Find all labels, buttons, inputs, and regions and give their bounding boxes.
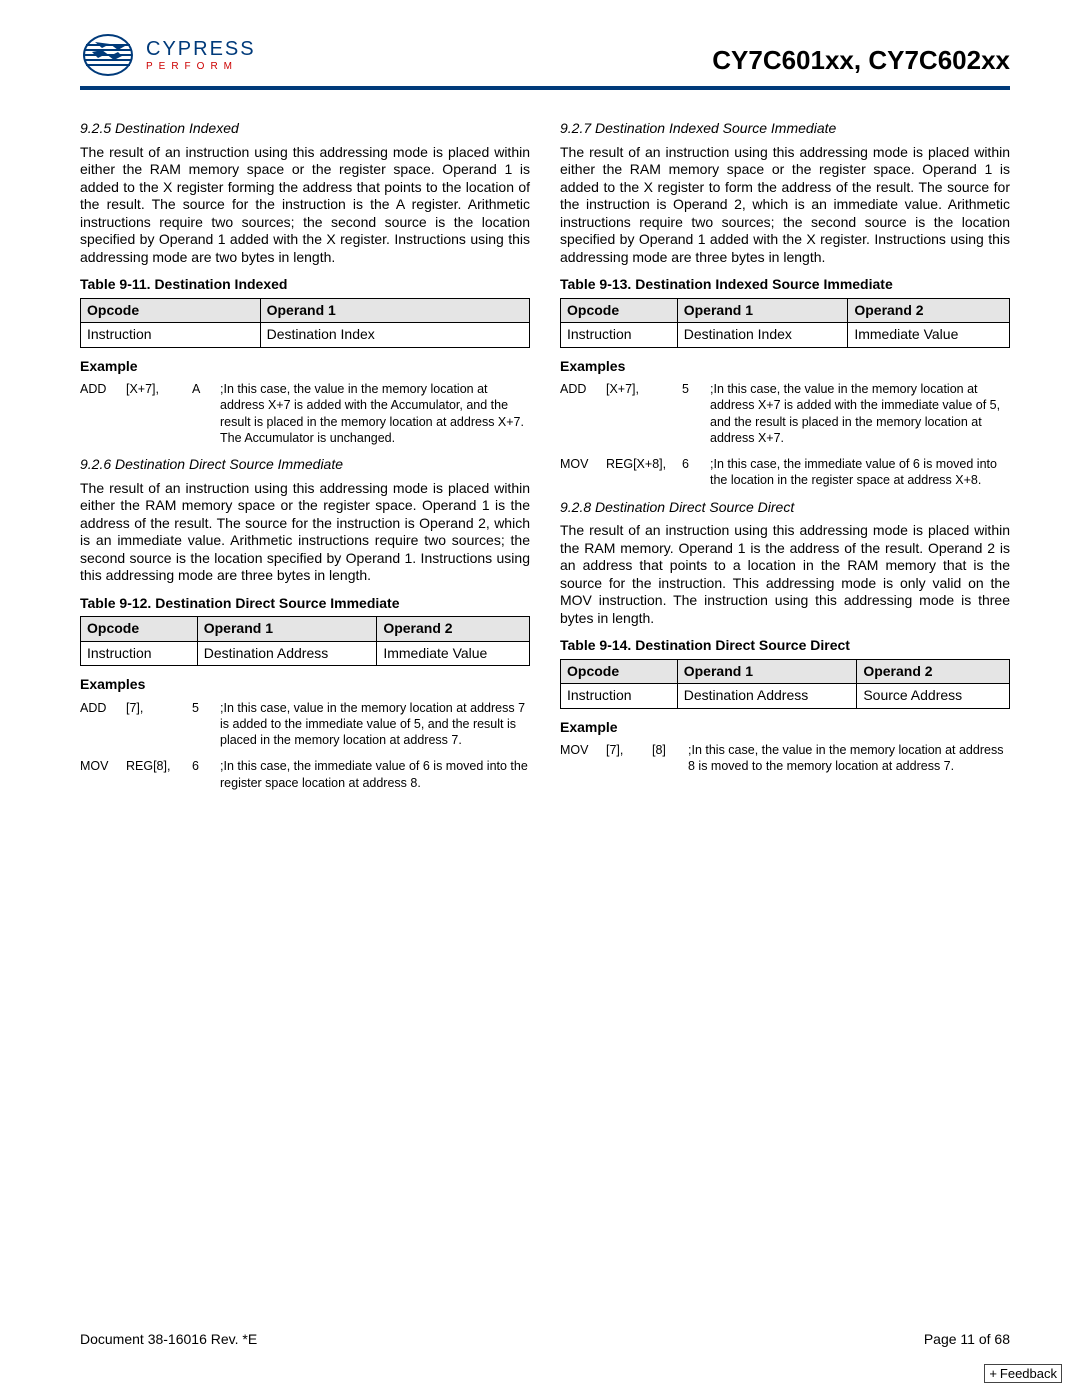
td-destaddr: Destination Address [197,641,377,666]
th-opcode: Opcode [561,659,678,684]
th-operand2: Operand 2 [377,617,530,642]
th-opcode: Opcode [561,298,678,323]
td-destaddr: Destination Address [677,684,857,709]
ex-operand1: [X+7], [126,381,192,446]
td-instruction: Instruction [81,323,261,348]
th-operand1: Operand 1 [677,298,848,323]
example-label-928: Example [560,719,1010,737]
td-destindex: Destination Index [677,323,848,348]
example-label-926: Examples [80,676,530,694]
td-immval: Immediate Value [377,641,530,666]
globe-icon [80,30,140,80]
td-instruction: Instruction [81,641,198,666]
ex-operand1: [X+7], [606,381,682,446]
th-opcode: Opcode [81,298,261,323]
plus-icon: + [989,1366,997,1381]
table-914: Opcode Operand 1 Operand 2 Instruction D… [560,659,1010,709]
logo-tagline: PERFORM [146,61,256,72]
page-number: Page 11 of 68 [924,1331,1010,1347]
section-heading-928: 9.2.8 Destination Direct Source Direct [560,499,1010,517]
example-row: MOV [7], [8] ;In this case, the value in… [560,742,1010,775]
table-911: Opcode Operand 1 Instruction Destination… [80,298,530,348]
ex-operand1: [7], [606,742,652,775]
ex-mnemonic: ADD [560,381,606,446]
cypress-logo: CYPRESS PERFORM [80,30,256,80]
ex-mnemonic: MOV [560,456,606,489]
feedback-label: Feedback [1000,1366,1057,1381]
th-operand1: Operand 1 [677,659,857,684]
page-footer: Document 38-16016 Rev. *E Page 11 of 68 [80,1331,1010,1347]
ex-operand1: [7], [126,700,192,749]
th-operand1: Operand 1 [260,298,529,323]
example-row: MOV REG[X+8], 6 ;In this case, the immed… [560,456,1010,489]
td-srcaddr: Source Address [857,684,1010,709]
table-caption-914: Table 9-14. Destination Direct Source Di… [560,637,1010,655]
ex-mnemonic: ADD [80,381,126,446]
example-row: ADD [X+7], A ;In this case, the value in… [80,381,530,446]
section-body-925: The result of an instruction using this … [80,144,530,267]
td-instruction: Instruction [561,684,678,709]
table-912: Opcode Operand 1 Operand 2 Instruction D… [80,616,530,666]
example-row: ADD [7], 5 ;In this case, value in the m… [80,700,530,749]
table-913: Opcode Operand 1 Operand 2 Instruction D… [560,298,1010,348]
table-caption-912: Table 9-12. Destination Direct Source Im… [80,595,530,613]
ex-operand2: 6 [682,456,710,489]
ex-mnemonic: MOV [560,742,606,775]
section-body-926: The result of an instruction using this … [80,480,530,585]
td-immval: Immediate Value [848,323,1010,348]
th-operand1: Operand 1 [197,617,377,642]
section-heading-925: 9.2.5 Destination Indexed [80,120,530,138]
ex-operand1: REG[X+8], [606,456,682,489]
example-label-925: Example [80,358,530,376]
page-header: CYPRESS PERFORM CY7C601xx, CY7C602xx [80,30,1010,90]
ex-operand2: [8] [652,742,688,775]
example-label-927: Examples [560,358,1010,376]
right-column: 9.2.7 Destination Indexed Source Immedia… [560,120,1010,801]
logo-name: CYPRESS [146,39,256,59]
td-destindex: Destination Index [260,323,529,348]
th-operand2: Operand 2 [857,659,1010,684]
ex-operand1: REG[8], [126,758,192,791]
example-row: MOV REG[8], 6 ;In this case, the immedia… [80,758,530,791]
th-operand2: Operand 2 [848,298,1010,323]
ex-desc: ;In this case, the immediate value of 6 … [710,456,1010,489]
ex-desc: ;In this case, value in the memory locat… [220,700,530,749]
ex-desc: ;In this case, the value in the memory l… [220,381,530,446]
ex-operand2: A [192,381,220,446]
ex-mnemonic: ADD [80,700,126,749]
section-body-927: The result of an instruction using this … [560,144,1010,267]
ex-mnemonic: MOV [80,758,126,791]
th-opcode: Opcode [81,617,198,642]
ex-desc: ;In this case, the value in the memory l… [688,742,1010,775]
feedback-button[interactable]: + Feedback [984,1364,1062,1383]
ex-desc: ;In this case, the value in the memory l… [710,381,1010,446]
doc-number: Document 38-16016 Rev. *E [80,1331,257,1347]
ex-operand2: 6 [192,758,220,791]
example-row: ADD [X+7], 5 ;In this case, the value in… [560,381,1010,446]
document-title: CY7C601xx, CY7C602xx [712,45,1010,80]
ex-operand2: 5 [682,381,710,446]
section-heading-926: 9.2.6 Destination Direct Source Immediat… [80,456,530,474]
table-caption-911: Table 9-11. Destination Indexed [80,276,530,294]
ex-desc: ;In this case, the immediate value of 6 … [220,758,530,791]
left-column: 9.2.5 Destination Indexed The result of … [80,120,530,801]
ex-operand2: 5 [192,700,220,749]
td-instruction: Instruction [561,323,678,348]
section-body-928: The result of an instruction using this … [560,522,1010,627]
section-heading-927: 9.2.7 Destination Indexed Source Immedia… [560,120,1010,138]
table-caption-913: Table 9-13. Destination Indexed Source I… [560,276,1010,294]
